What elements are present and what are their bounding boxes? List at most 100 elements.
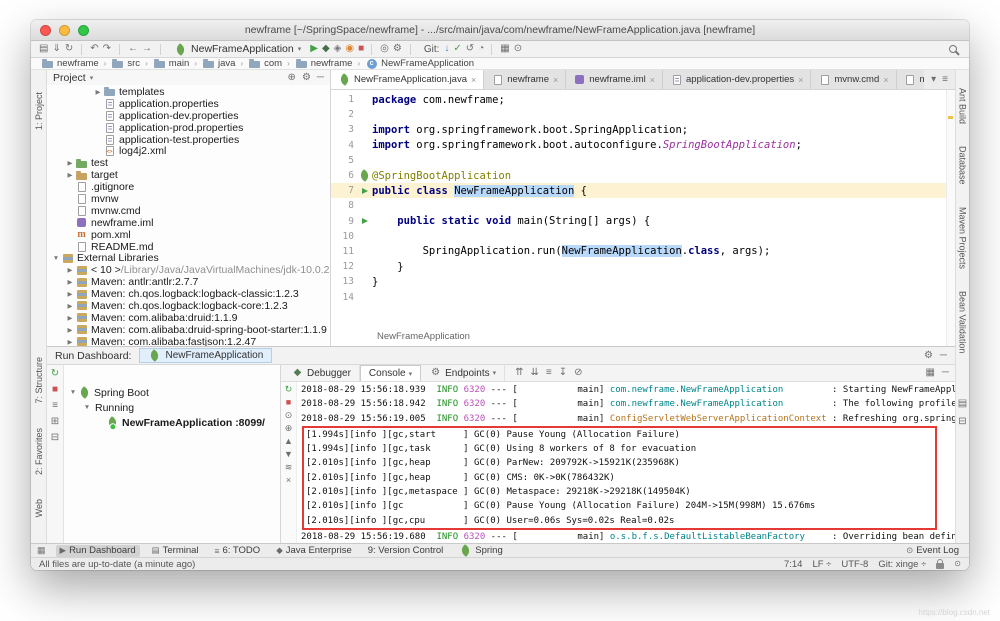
editor-options-icon[interactable]: ≡	[942, 75, 948, 85]
console-output[interactable]: 2018-08-29 15:56:18.939 INFO 6320 --- [ …	[297, 382, 955, 543]
filter-icon[interactable]: ≡	[52, 401, 58, 411]
editor-breadcrumb[interactable]: NewFrameApplication	[377, 331, 470, 342]
tree-item[interactable]: .gitignore	[47, 181, 330, 193]
close-icon[interactable]: ×	[471, 75, 476, 85]
tree-item[interactable]: ▼Spring Boot	[64, 385, 280, 400]
breadcrumb-item[interactable]: java	[202, 58, 235, 70]
tree-arrow-icon[interactable]: ▶	[65, 266, 75, 274]
status-segment[interactable]: UTF-8	[841, 559, 868, 570]
soft-wrap-icon[interactable]: ≡	[546, 368, 552, 378]
toolwindow-stripe-button[interactable]: Maven Projects	[958, 207, 968, 269]
tree-arrow-icon[interactable]: ▼	[51, 255, 61, 262]
code-line[interactable]: 12 }	[331, 259, 955, 274]
toolwindow-stripe-button[interactable]: 7: Structure	[34, 357, 44, 404]
collapse-icon[interactable]: ─	[942, 368, 949, 378]
toolwindow-button[interactable]: ◆Java Enterprise	[272, 545, 356, 557]
close-icon[interactable]: ×	[883, 75, 888, 85]
tree-arrow-icon[interactable]: ▼	[82, 404, 92, 411]
console-tab[interactable]: Console▾	[360, 365, 421, 381]
tree-arrow-icon[interactable]: ▶	[65, 326, 75, 334]
console-tab[interactable]: ◆Debugger	[283, 365, 360, 381]
tree-item[interactable]: application-dev.properties	[47, 110, 330, 122]
trash-icon[interactable]: ×	[286, 476, 291, 485]
close-window-icon[interactable]	[40, 25, 51, 36]
stop-icon[interactable]: ■	[286, 398, 291, 407]
up-icon[interactable]: ▲	[284, 437, 293, 446]
breadcrumb-item[interactable]: src	[111, 58, 140, 70]
code-line[interactable]: 8	[331, 198, 955, 213]
close-icon[interactable]: ×	[798, 75, 803, 85]
tree-arrow-icon[interactable]: ▶	[65, 171, 75, 179]
notification-icon[interactable]: ⊙	[954, 560, 961, 568]
tree-item[interactable]: mvnw	[47, 193, 330, 205]
toolwindow-stripe-button[interactable]: Ant Build	[958, 88, 968, 124]
scroll-to-end-icon[interactable]: ↧	[559, 368, 567, 378]
breadcrumb-item[interactable]: newframe	[41, 58, 99, 70]
titlebar[interactable]: newframe [~/SpringSpace/newframe] - .../…	[31, 20, 969, 41]
stop-icon[interactable]: ■	[358, 44, 364, 54]
pin-icon[interactable]: ⊕	[285, 424, 293, 433]
vcs-shelve-icon[interactable]: ◔	[478, 44, 484, 54]
warning-stripe-mark[interactable]	[948, 116, 953, 119]
editor-scrollbar[interactable]	[946, 90, 955, 346]
tree-arrow-icon[interactable]: ▶	[65, 278, 75, 286]
lock-icon[interactable]	[936, 563, 944, 569]
toolwindow-button[interactable]: ≡6: TODO	[211, 545, 265, 557]
tree-arrow-icon[interactable]: ▶	[93, 88, 103, 96]
tree-item[interactable]: log4j2.xml	[47, 145, 330, 157]
tree-item[interactable]: application-prod.properties	[47, 122, 330, 134]
close-icon[interactable]: ×	[650, 75, 655, 85]
editor-tab[interactable]: newframe.iml×	[566, 70, 663, 89]
tree-item[interactable]: ▶templates	[47, 86, 330, 98]
stripe-collapse-icon[interactable]: ⊟	[958, 417, 966, 427]
search-icon[interactable]	[949, 45, 957, 53]
breadcrumb-item[interactable]: com	[248, 58, 282, 70]
tree-item[interactable]: ▶test	[47, 157, 330, 169]
down-hierarchy-icon[interactable]: ⇊	[531, 368, 539, 378]
tree-item[interactable]: ▶Maven: com.alibaba:druid:1.1.9	[47, 312, 330, 324]
code-line[interactable]: 7public class NewFrameApplication {	[331, 183, 955, 198]
close-icon[interactable]: ×	[553, 75, 558, 85]
tree-arrow-icon[interactable]: ▶	[65, 314, 75, 322]
status-segment[interactable]: 7:14	[784, 559, 803, 570]
zoom-window-icon[interactable]	[78, 25, 89, 36]
tree-arrow-icon[interactable]: ▼	[68, 389, 78, 396]
code-line[interactable]: 1package com.newframe;	[331, 92, 955, 107]
tree-item[interactable]: mvnw.cmd	[47, 205, 330, 217]
tree-item[interactable]: ▼Running	[64, 400, 280, 415]
down-icon[interactable]: ▼	[284, 450, 293, 459]
toolwindow-button[interactable]: ▤Terminal	[148, 545, 203, 557]
settings-icon[interactable]: ⚙	[393, 44, 402, 54]
vcs-commit-icon[interactable]: ✓	[453, 44, 461, 54]
expand-all-icon[interactable]: ⊞	[51, 417, 59, 427]
forward-icon[interactable]: →	[142, 44, 152, 54]
tree-item[interactable]: mpom.xml	[47, 229, 330, 241]
run-configuration-select[interactable]: NewFrameApplication ▾	[174, 43, 301, 55]
spring-bean-gutter-icon[interactable]	[357, 171, 372, 180]
editor-tab[interactable]: mvnw×	[897, 70, 925, 89]
toolwindow-stripe-button[interactable]: 1: Project	[34, 92, 44, 130]
up-hierarchy-icon[interactable]: ⇈	[515, 368, 523, 378]
toolwindow-switcher-icon[interactable]: ▦	[37, 545, 46, 556]
minimize-icon[interactable]: ─	[940, 351, 947, 361]
tree-item[interactable]: NewFrameApplication :8099/	[64, 415, 280, 430]
stop-icon[interactable]: ■	[52, 385, 58, 395]
code-line[interactable]: 10	[331, 229, 955, 244]
hidden-tabs-icon[interactable]: ▾	[931, 75, 936, 85]
code-line[interactable]: 14	[331, 289, 955, 304]
toolwindow-stripe-button[interactable]: 2: Favorites	[34, 428, 44, 475]
expand-all-icon[interactable]: ⊕	[288, 73, 296, 83]
layout-icon[interactable]: ▦	[500, 44, 509, 54]
code-line[interactable]: 4import org.springframework.boot.autocon…	[331, 138, 955, 153]
soft-wrap-icon[interactable]: ≋	[285, 463, 293, 472]
tree-item[interactable]: newframe.iml	[47, 217, 330, 229]
tree-arrow-icon[interactable]: ▶	[65, 302, 75, 310]
code-line[interactable]: 2	[331, 107, 955, 122]
sync-icon[interactable]: ↻	[65, 44, 73, 54]
tree-item[interactable]: ▶Maven: ch.qos.logback:logback-core:1.2.…	[47, 300, 330, 312]
tree-item[interactable]: ▼External Libraries	[47, 252, 330, 264]
toolwindow-button[interactable]: ⊙Event Log	[902, 545, 963, 557]
editor-tab[interactable]: newframe×	[484, 70, 566, 89]
editor-tab[interactable]: application-dev.properties×	[663, 70, 811, 89]
tree-item[interactable]: application.properties	[47, 98, 330, 110]
